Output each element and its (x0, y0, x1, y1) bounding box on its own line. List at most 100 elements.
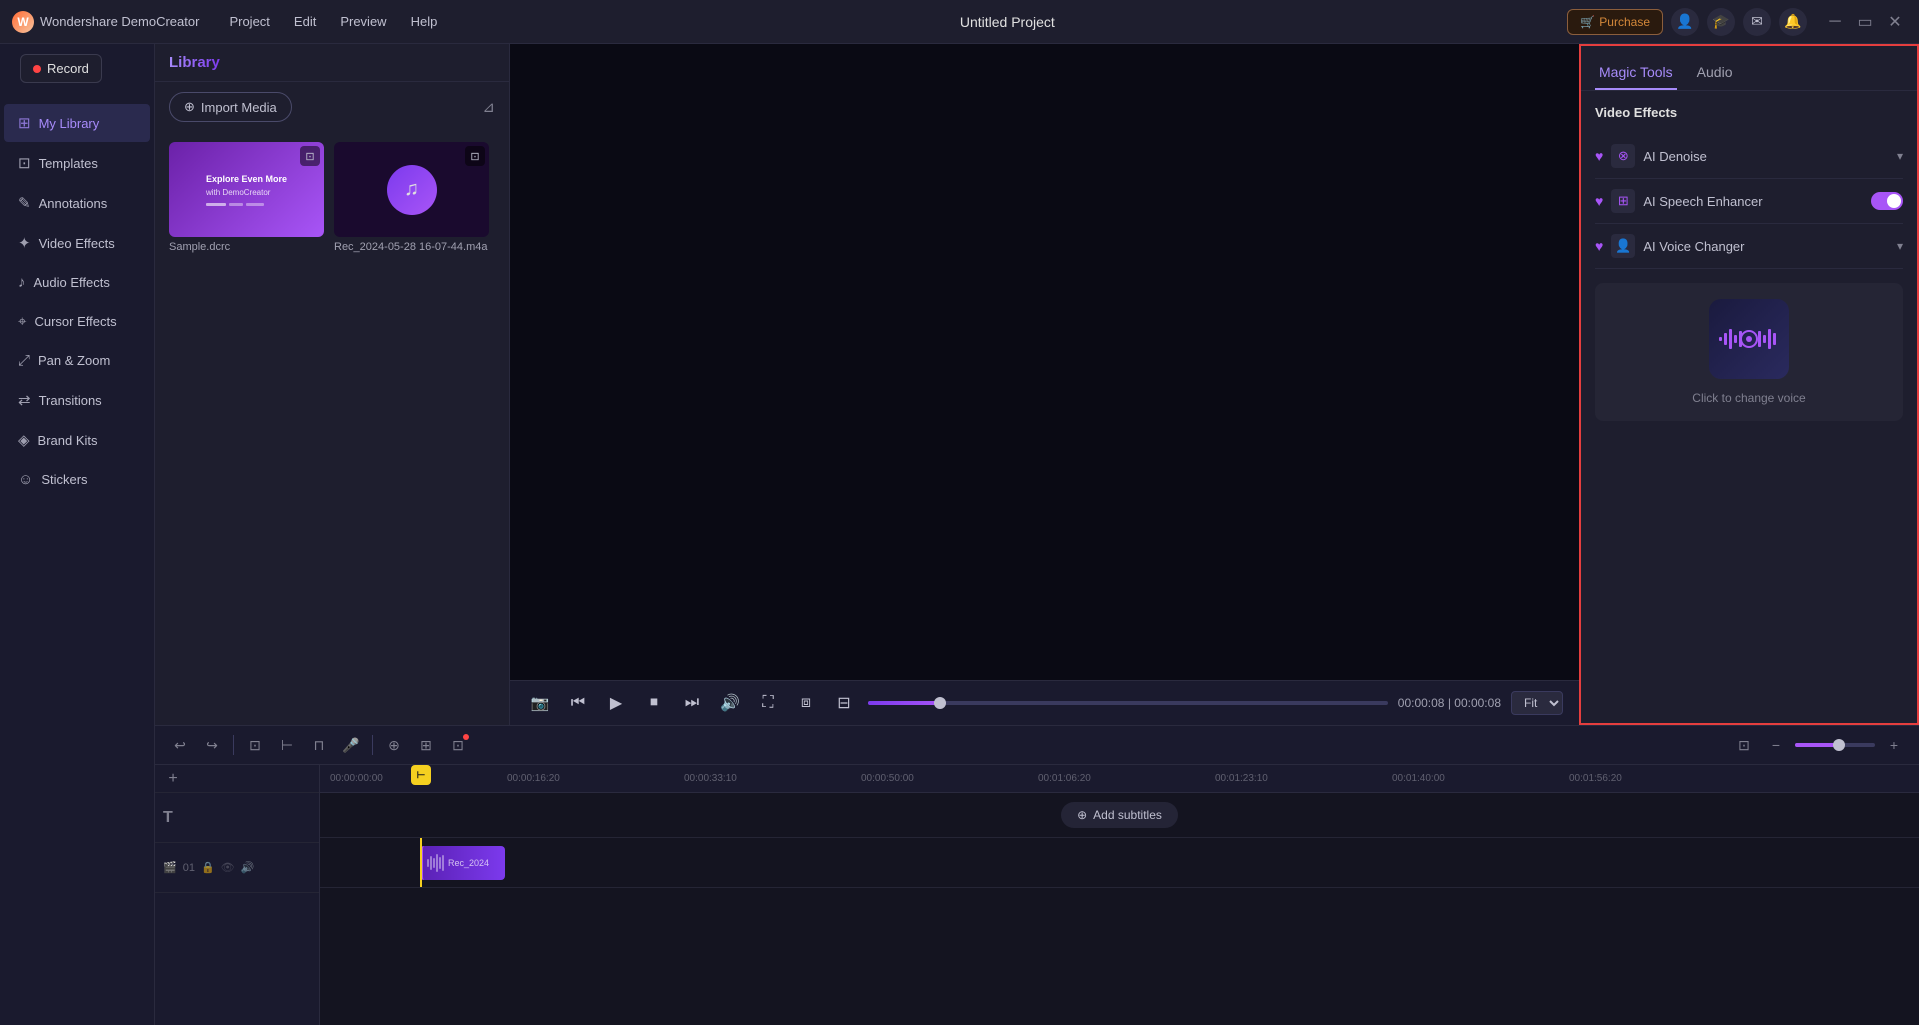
menu-project[interactable]: Project (219, 10, 279, 33)
crop-button[interactable]: ⧈ (792, 689, 820, 717)
user-avatar[interactable]: 👤 (1671, 8, 1699, 36)
toolbar-divider (233, 735, 234, 755)
magic-tabs: Magic Tools Audio (1581, 46, 1917, 91)
restore-button[interactable]: ▭ (1853, 10, 1877, 34)
skip-back-button[interactable]: ⏮ (564, 689, 592, 717)
sidebar-item-pan-zoom[interactable]: ⤢ Pan & Zoom (4, 342, 150, 379)
sidebar-label-annotations: Annotations (39, 196, 108, 211)
record-dot (33, 65, 41, 73)
menu-edit[interactable]: Edit (284, 10, 326, 33)
sidebar-item-annotations[interactable]: ✎ Annotations (4, 184, 150, 222)
video-track: Rec_2024 (320, 838, 1919, 888)
video-clip[interactable]: Rec_2024 (420, 846, 505, 880)
skip-forward-button[interactable]: ⏭ (678, 689, 706, 717)
tab-audio[interactable]: Audio (1693, 56, 1737, 90)
import-label: Import Media (201, 100, 277, 115)
ai-voice-changer-label: AI Voice Changer (1643, 239, 1889, 254)
voice-changer-box[interactable]: Click to change voice (1595, 283, 1903, 421)
tab-magic-tools[interactable]: Magic Tools (1595, 56, 1677, 90)
volume-button[interactable]: 🔊 (716, 689, 744, 717)
menu-help[interactable]: Help (401, 10, 448, 33)
sidebar-item-audio-effects[interactable]: ♪ Audio Effects (4, 264, 150, 301)
screenshot-button[interactable]: 📷 (526, 689, 554, 717)
insert-button[interactable]: ⊕ (381, 732, 407, 758)
magic-tools-panel: Magic Tools Audio Video Effects ♥ ⊗ AI D… (1579, 44, 1919, 725)
minimize-button[interactable]: ─ (1823, 10, 1847, 34)
undo-button[interactable]: ↩ (167, 732, 193, 758)
clip-bar (442, 855, 444, 871)
list-item[interactable]: ♫ ⊡ Rec_2024-05-28 16-07-44.m4a (334, 142, 489, 253)
crop-tool-button[interactable]: ⊓ (306, 732, 332, 758)
speech-enhancer-toggle[interactable] (1871, 192, 1903, 210)
zoom-out-button[interactable]: − (1763, 732, 1789, 758)
sidebar-item-templates[interactable]: ⊡ Templates (4, 144, 150, 182)
play-button[interactable]: ▶ (602, 689, 630, 717)
mail-icon[interactable]: ✉ (1743, 8, 1771, 36)
import-plus-icon: ⊕ (184, 99, 195, 115)
ruler-mark-5: 00:01:23:10 (1215, 773, 1392, 784)
fullscreen-button[interactable]: ⛶ (754, 689, 782, 717)
track-number-01: 01 (183, 862, 195, 874)
speech-enhancer-icon: ⊞ (1611, 189, 1635, 213)
clip-bar (439, 857, 441, 869)
playhead-marker[interactable]: ⊢ (411, 765, 431, 785)
learn-icon[interactable]: 🎓 (1707, 8, 1735, 36)
video-track-label: 🎬 01 🔒 👁 🔊 (155, 843, 319, 893)
timeline-ruler: 00:00:00:00 00:00:16:20 00:00:33:10 00:0… (320, 765, 1919, 793)
ruler-mark-3: 00:00:50:00 (861, 773, 1038, 784)
menu-preview[interactable]: Preview (330, 10, 396, 33)
denoise-icon: ⊗ (1611, 144, 1635, 168)
app-logo[interactable]: W Wondershare DemoCreator (12, 11, 199, 33)
annotate-button[interactable]: ⊡ (445, 732, 471, 758)
video-effects-section-title: Video Effects (1595, 105, 1903, 120)
denoise-expand-icon[interactable]: ▾ (1897, 149, 1903, 163)
sidebar-item-transitions[interactable]: ⇄ Transitions (4, 381, 150, 419)
zoom-in-button[interactable]: + (1881, 732, 1907, 758)
sidebar-item-video-effects[interactable]: ✦ Video Effects (4, 224, 150, 262)
purchase-icon: 🛒 (1580, 15, 1595, 29)
window-controls: ─ ▭ ✕ (1823, 10, 1907, 34)
stop-button[interactable]: ⏹ (640, 689, 668, 717)
import-media-button[interactable]: ⊕ Import Media (169, 92, 292, 122)
favorite-icon-voice[interactable]: ♥ (1595, 238, 1603, 254)
list-item[interactable]: Explore Even More with DemoCreator (169, 142, 324, 253)
sidebar-item-brand-kits[interactable]: ◈ Brand Kits (4, 421, 150, 459)
split-button[interactable]: ⊢ (274, 732, 300, 758)
preview-timeline[interactable] (868, 701, 1388, 705)
sidebar-item-my-library[interactable]: ⊞ My Library (4, 104, 150, 142)
filter-icon[interactable]: ⊿ (482, 98, 495, 116)
eye-icon[interactable]: 👁 (221, 861, 235, 874)
fit-select[interactable]: Fit (1511, 691, 1563, 715)
trim-button[interactable]: ⊡ (242, 732, 268, 758)
purchase-button[interactable]: 🛒 Purchase (1567, 9, 1663, 35)
stickers-icon: ☺ (18, 471, 33, 488)
add-track-button[interactable]: + (163, 769, 183, 789)
zoom-slider[interactable] (1795, 743, 1875, 747)
preview-area: 📷 ⏮ ▶ ⏹ ⏭ 🔊 ⛶ ⧈ ⊟ 00:00:08 | (510, 44, 1579, 725)
microphone-button[interactable]: 🎤 (338, 732, 364, 758)
timeline-content: + T 🎬 01 🔒 👁 🔊 (155, 765, 1919, 1025)
audio-icon: ♫ (387, 165, 437, 215)
favorite-icon-speech[interactable]: ♥ (1595, 193, 1603, 209)
mute-icon[interactable]: 🔊 (241, 861, 255, 874)
close-button[interactable]: ✕ (1883, 10, 1907, 34)
pip-button[interactable]: ⊟ (830, 689, 858, 717)
voice-changer-expand-icon[interactable]: ▾ (1897, 239, 1903, 253)
main-layout: Record ⊞ My Library ⊡ Templates ✎ Annota… (0, 44, 1919, 1025)
lock-icon[interactable]: 🔒 (201, 861, 215, 874)
record-button[interactable]: Record (20, 54, 102, 83)
sidebar-item-stickers[interactable]: ☺ Stickers (4, 461, 150, 498)
group-button[interactable]: ⊞ (413, 732, 439, 758)
sidebar-item-cursor-effects[interactable]: ⌖ Cursor Effects (4, 303, 150, 340)
sidebar-label-brand-kits: Brand Kits (38, 433, 98, 448)
redo-button[interactable]: ↪ (199, 732, 225, 758)
video-effects-icon: ✦ (18, 234, 31, 252)
timeline-zoom-controls: ⊡ − + (1731, 732, 1907, 758)
subtitle-t-icon: T (163, 809, 173, 827)
add-subtitles-button[interactable]: ⊕ Add subtitles (1061, 802, 1178, 828)
magic-content: Video Effects ♥ ⊗ AI Denoise ▾ ♥ ⊞ AI Sp… (1581, 91, 1917, 723)
media-name: Rec_2024-05-28 16-07-44.m4a (334, 241, 489, 253)
fit-timeline-button[interactable]: ⊡ (1731, 732, 1757, 758)
notification-icon[interactable]: 🔔 (1779, 8, 1807, 36)
favorite-icon-denoise[interactable]: ♥ (1595, 148, 1603, 164)
